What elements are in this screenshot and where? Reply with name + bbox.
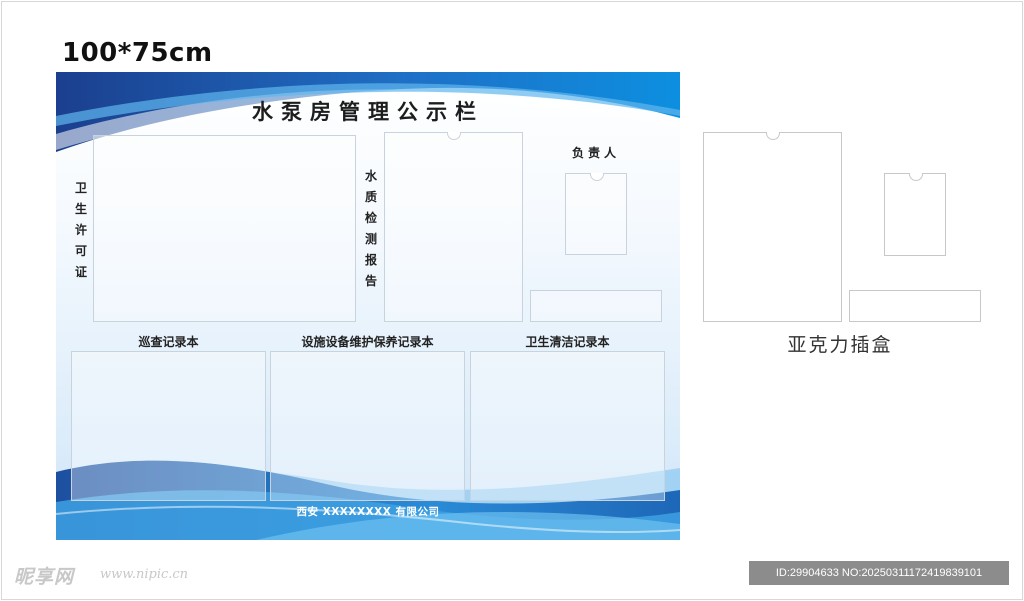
photo-slot <box>565 173 627 255</box>
image-id-bar: ID:29904633 NO:20250311172419839101 <box>749 561 1009 585</box>
acrylic-box-label: 亚克力插盒 <box>787 334 893 356</box>
name-slot <box>530 290 662 322</box>
watermark-url: www.nipic.cn <box>100 567 189 582</box>
board-title: 水泵房管理公示栏 <box>252 100 484 124</box>
size-label: 100*75cm <box>62 38 213 68</box>
sanitation-permit-panel <box>93 135 356 322</box>
water-quality-panel <box>384 132 523 322</box>
cleaning-record-panel <box>470 351 665 501</box>
facility-maintenance-panel <box>270 351 465 501</box>
acrylic-box-large <box>703 132 842 322</box>
responsible-person-label: 负责人 <box>571 146 620 160</box>
company-name: 西安 XXXXXXXX 有限公司 <box>296 506 440 518</box>
facility-maintenance-label: 设施设备维护保养记录本 <box>301 335 434 349</box>
inspection-record-label: 巡查记录本 <box>138 335 199 349</box>
water-quality-label: 水质检测报告 <box>364 169 377 288</box>
acrylic-name-slot <box>849 290 981 322</box>
sanitation-permit-label: 卫生许可证 <box>74 181 87 279</box>
cleaning-record-label: 卫生清洁记录本 <box>525 335 610 349</box>
notice-board: 水泵房管理公示栏 卫生许可证 水质检测报告 负责人 巡查记录本 设施设备维护保养… <box>56 72 680 540</box>
acrylic-box-small <box>884 173 946 256</box>
watermark-logo: 昵享网 <box>14 566 75 588</box>
inspection-record-panel <box>71 351 266 501</box>
